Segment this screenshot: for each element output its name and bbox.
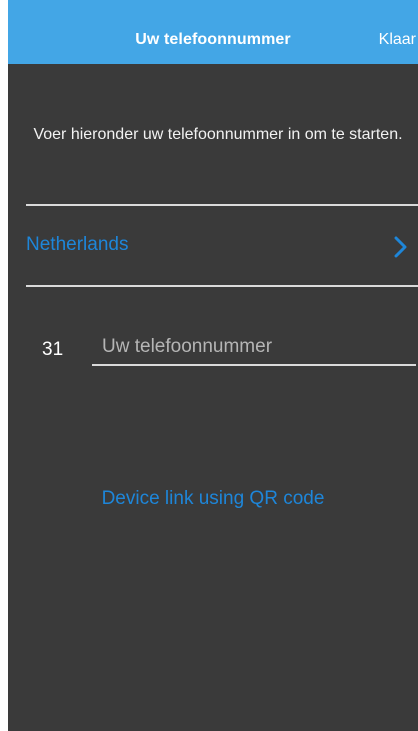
country-code: 31 bbox=[42, 339, 64, 360]
phone-number-input[interactable] bbox=[92, 330, 416, 366]
phone-screen: Uw telefoonnummer Klaar Voer hieronder u… bbox=[8, 0, 418, 731]
divider bbox=[26, 285, 418, 287]
country-name: Netherlands bbox=[26, 234, 129, 255]
done-button[interactable]: Klaar bbox=[379, 31, 416, 49]
country-selector[interactable]: Netherlands bbox=[26, 206, 418, 285]
instruction-text: Voer hieronder uw telefoonnummer in om t… bbox=[33, 126, 403, 143]
qr-device-link[interactable]: Device link using QR code bbox=[8, 488, 418, 510]
navigation-bar: Uw telefoonnummer Klaar bbox=[8, 0, 418, 64]
page-title: Uw telefoonnummer bbox=[135, 31, 291, 48]
chevron-right-icon bbox=[394, 236, 407, 258]
